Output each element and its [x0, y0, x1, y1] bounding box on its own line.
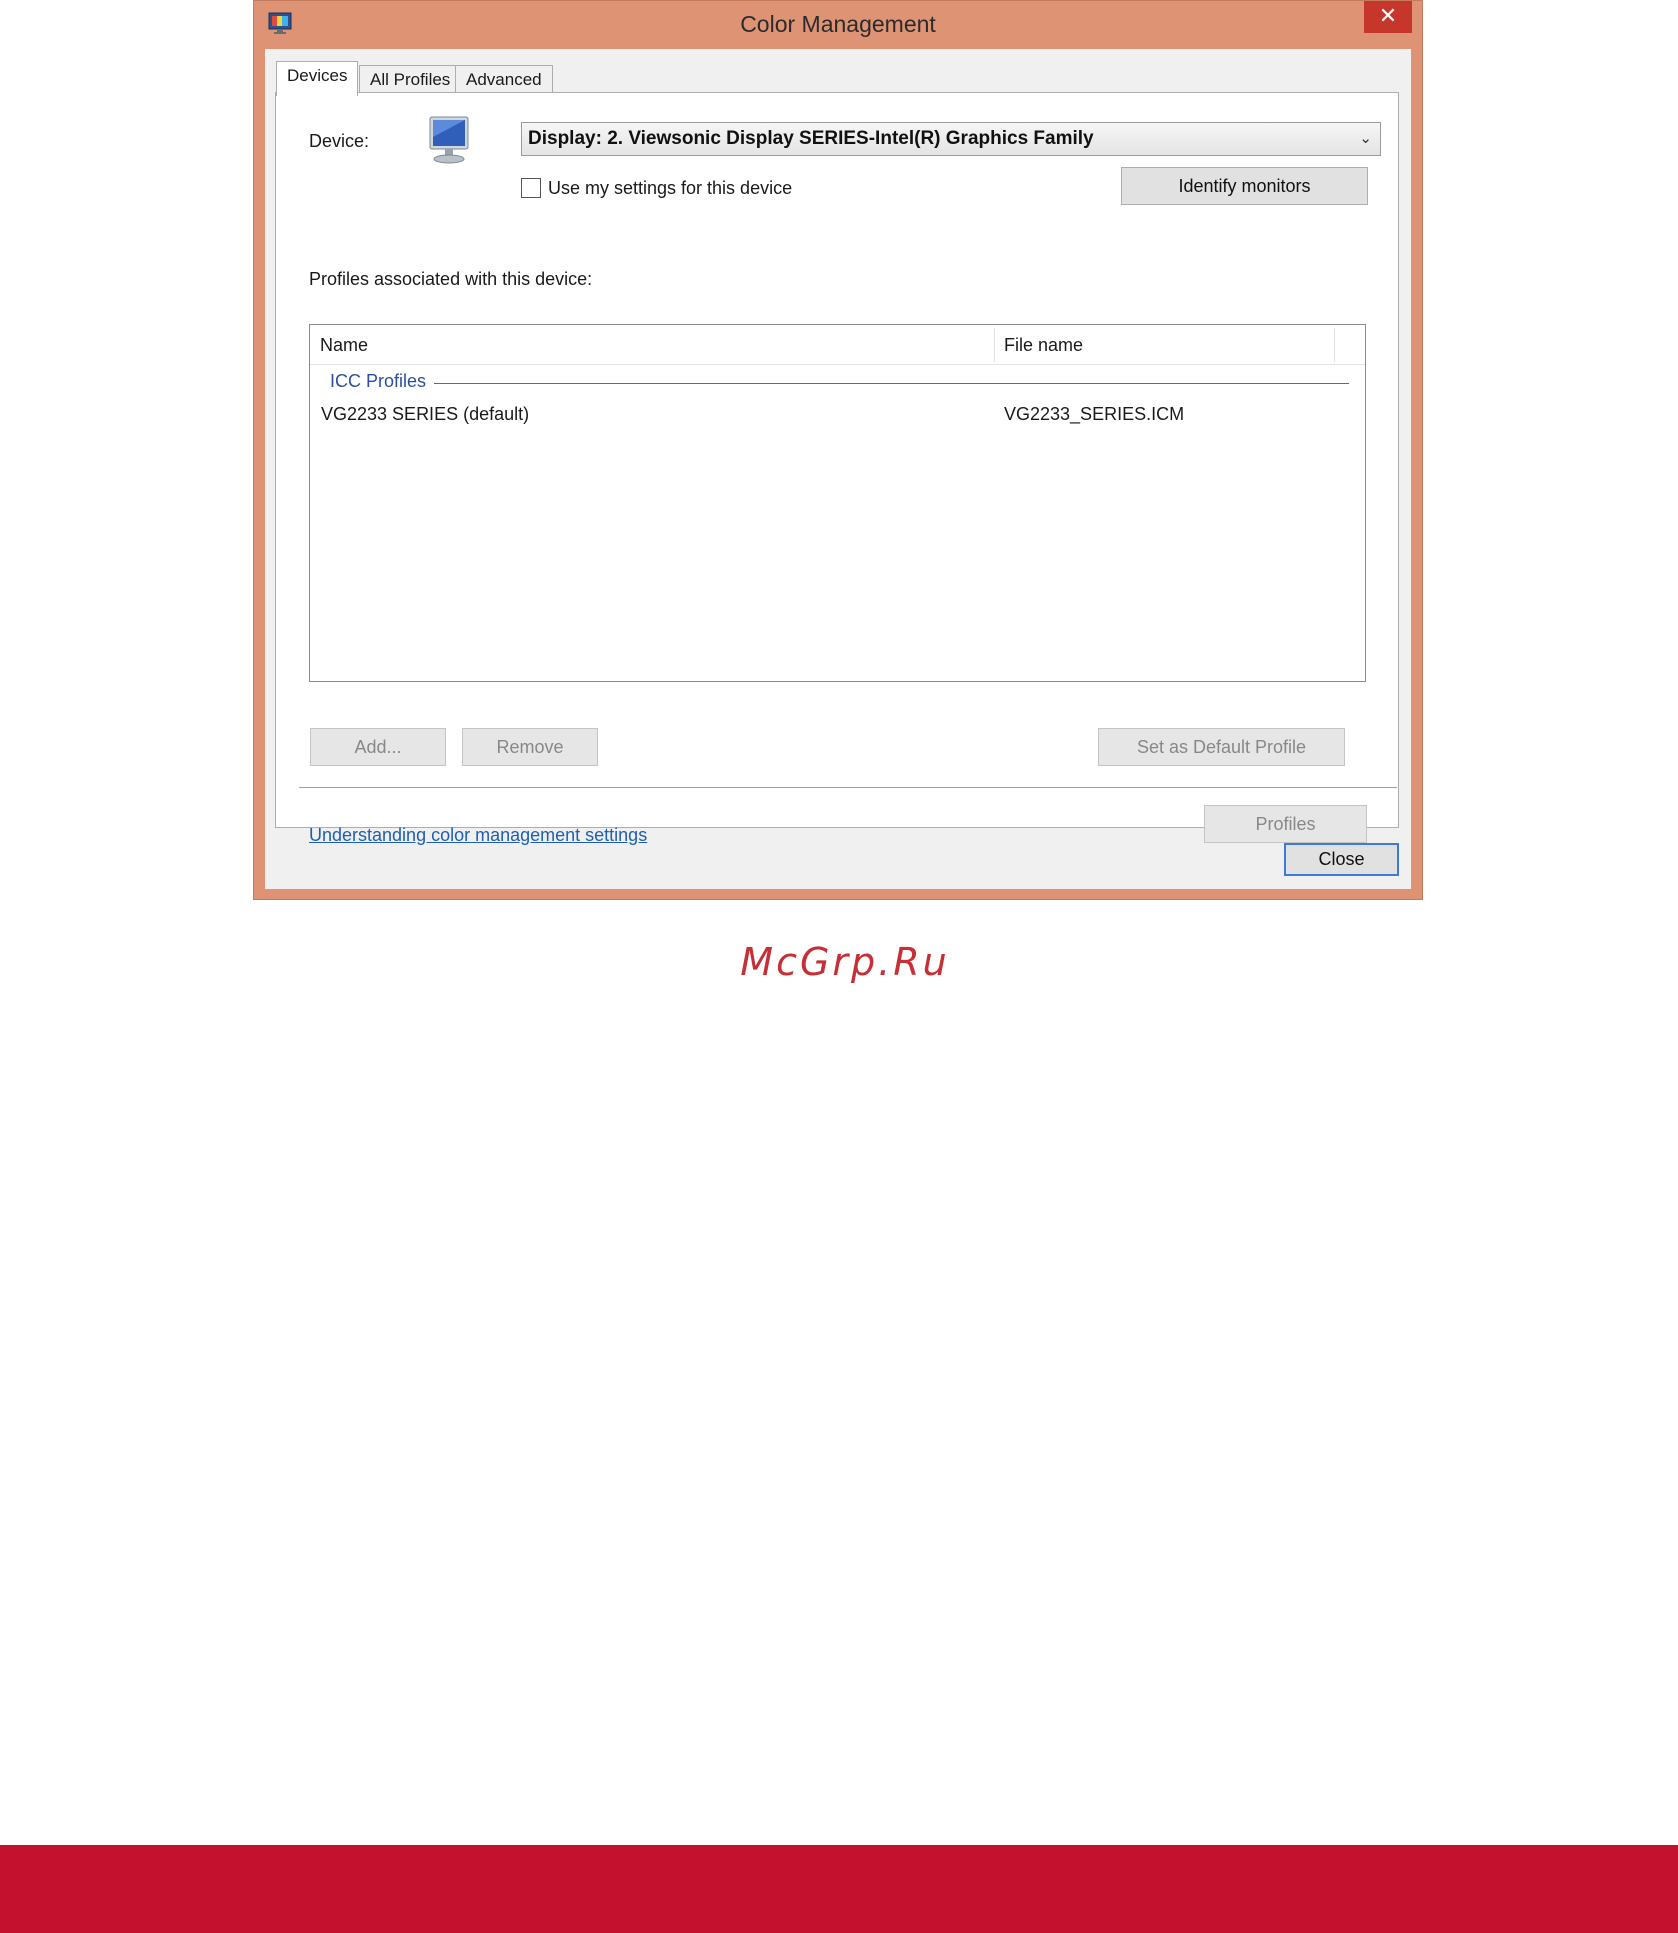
color-management-window: Color Management ✕ Devices All Profiles …: [253, 0, 1423, 900]
understanding-color-management-link[interactable]: Understanding color management settings: [309, 825, 647, 846]
group-divider: [434, 383, 1349, 384]
column-header-file-name[interactable]: File name: [994, 325, 1334, 365]
device-select[interactable]: Display: 2. Viewsonic Display SERIES-Int…: [521, 122, 1381, 156]
monitor-icon: [429, 116, 469, 164]
remove-profile-button[interactable]: Remove: [462, 728, 598, 766]
tab-advanced[interactable]: Advanced: [455, 65, 553, 95]
device-select-value: Display: 2. Viewsonic Display SERIES-Int…: [528, 128, 1094, 149]
window-title: Color Management: [740, 11, 936, 37]
group-icc-profiles: ICC Profiles: [330, 371, 427, 391]
profiles-associated-label: Profiles associated with this device:: [309, 269, 593, 289]
device-label: Device:: [309, 131, 370, 151]
profiles-list-header: Name File name: [310, 325, 1365, 365]
row-profile-file: VG2233_SERIES.ICM: [1004, 404, 1185, 424]
profiles-button[interactable]: Profiles: [1204, 805, 1367, 843]
chevron-down-icon: ⌄: [1359, 130, 1372, 147]
use-my-settings-checkbox[interactable]: [521, 178, 541, 198]
footer-bar: [0, 1845, 1678, 1933]
set-default-profile-button[interactable]: Set as Default Profile: [1098, 728, 1345, 766]
add-profile-button[interactable]: Add...: [310, 728, 446, 766]
window-close-button[interactable]: ✕: [1364, 1, 1412, 33]
dialog-client-area: Devices All Profiles Advanced Device: Di…: [265, 49, 1411, 889]
close-button[interactable]: Close: [1284, 843, 1399, 876]
watermark-text: McGrp.Ru: [740, 940, 950, 984]
devices-panel: Device: Display: 2. Viewsonic Display SE…: [275, 92, 1399, 845]
column-header-name[interactable]: Name: [310, 325, 992, 365]
use-my-settings-label[interactable]: Use my settings for this device: [548, 178, 792, 199]
profiles-list[interactable]: Name File name ICC Profiles VG2233 SERIE…: [309, 324, 1366, 682]
title-bar[interactable]: Color Management ✕: [254, 1, 1422, 49]
tab-all-profiles[interactable]: All Profiles: [359, 65, 462, 95]
section-divider: [299, 787, 1397, 788]
row-profile-name: VG2233 SERIES (default): [321, 404, 530, 424]
identify-monitors-button[interactable]: Identify monitors: [1121, 167, 1368, 205]
tab-devices[interactable]: Devices: [276, 61, 359, 96]
column-divider[interactable]: [1334, 328, 1335, 362]
